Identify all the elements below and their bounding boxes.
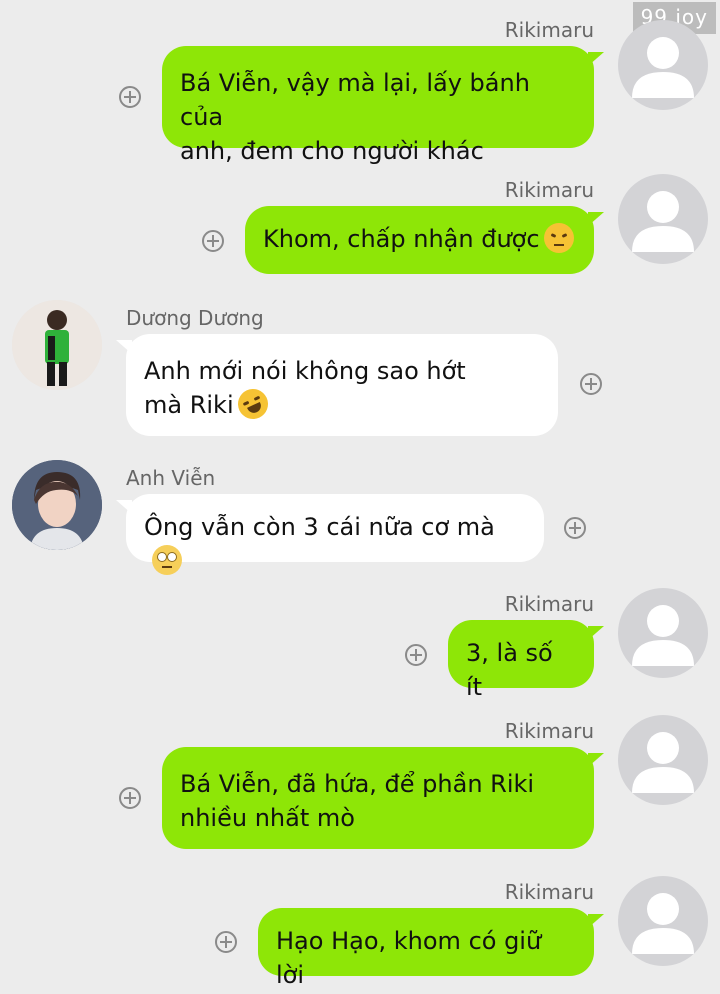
message-line: Anh mới nói không sao hớt — [144, 357, 466, 385]
message-bubble[interactable]: Bá Viễn, vậy mà lại, lấy bánh của anh, đ… — [162, 46, 604, 165]
sender-name: Rikimaru — [504, 18, 594, 42]
avatar[interactable] — [618, 174, 708, 264]
sender-name: Anh Viễn — [126, 466, 216, 490]
avatar[interactable] — [618, 588, 708, 678]
user-photo-icon — [12, 300, 102, 390]
message-line: Bá Viễn, đã hứa, để phần Riki — [180, 770, 535, 798]
sender-name: Rikimaru — [504, 592, 594, 616]
message-line: anh, đem cho người khác — [180, 137, 484, 165]
sender-name: Dương Dương — [126, 306, 264, 330]
add-icon[interactable] — [564, 517, 586, 539]
message-bubble[interactable]: Bá Viễn, đã hứa, để phần Riki nhiều nhất… — [162, 747, 604, 849]
add-icon[interactable] — [119, 787, 141, 809]
message-bubble[interactable]: 3, là số ít — [448, 620, 604, 701]
add-icon[interactable] — [119, 86, 141, 108]
message-line: nhiều nhất mò — [180, 804, 355, 832]
default-avatar-icon — [632, 37, 694, 98]
add-icon[interactable] — [215, 931, 237, 953]
message-line: Bá Viễn, vậy mà lại, lấy bánh của — [180, 69, 530, 131]
default-avatar-icon — [632, 732, 694, 793]
message-bubble[interactable]: Hạo Hạo, khom có giữ lời — [258, 908, 604, 989]
sender-name: Rikimaru — [504, 719, 594, 743]
avatar[interactable] — [12, 300, 102, 390]
avatar[interactable] — [618, 876, 708, 966]
default-avatar-icon — [632, 605, 694, 666]
default-avatar-icon — [632, 893, 694, 954]
add-icon[interactable] — [405, 644, 427, 666]
message-line: Hạo Hạo, khom có giữ lời — [276, 927, 542, 989]
avatar[interactable] — [12, 460, 102, 550]
rolling-laughing-emoji — [232, 384, 273, 424]
user-photo-icon — [12, 460, 102, 550]
message-bubble[interactable]: Anh mới nói không sao hớt mà Riki — [116, 334, 558, 436]
message-line: 3, là số ít — [466, 639, 553, 701]
message-bubble[interactable]: Khom, chấp nhận được — [245, 206, 604, 274]
avatar[interactable] — [618, 715, 708, 805]
message-line: mà Riki — [144, 391, 234, 419]
default-avatar-icon — [632, 191, 694, 252]
message-line: Khom, chấp nhận được — [263, 225, 540, 253]
add-icon[interactable] — [580, 373, 602, 395]
angry-face-emoji — [543, 223, 574, 253]
message-line: Ông vẫn còn 3 cái nữa cơ mà — [144, 513, 495, 541]
message-bubble[interactable]: Ông vẫn còn 3 cái nữa cơ mà — [116, 494, 544, 575]
add-icon[interactable] — [202, 230, 224, 252]
sender-name: Rikimaru — [504, 178, 594, 202]
eye-roll-emoji — [152, 545, 182, 575]
avatar[interactable] — [618, 20, 708, 110]
sender-name: Rikimaru — [504, 880, 594, 904]
